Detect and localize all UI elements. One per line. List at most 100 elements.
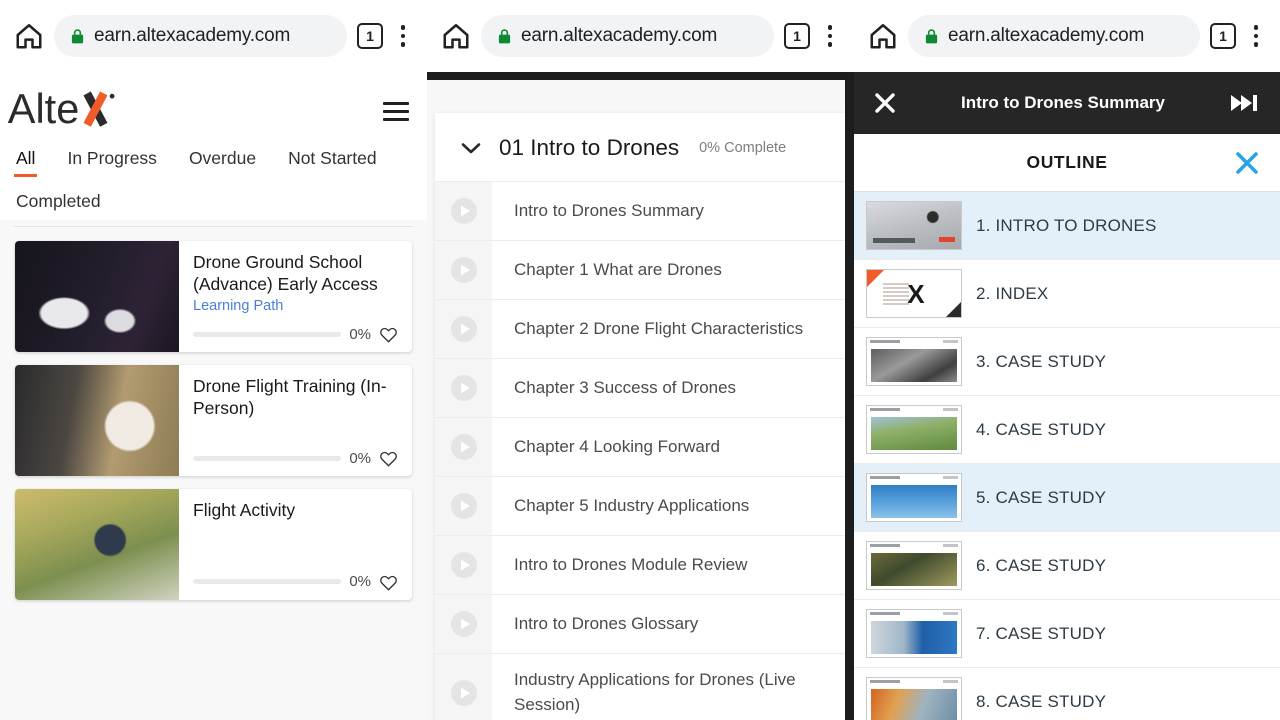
lesson-icon-cell bbox=[435, 300, 492, 358]
slide-corner-orange bbox=[867, 270, 884, 287]
tab-overdue[interactable]: Overdue bbox=[187, 134, 258, 177]
lesson-icon-cell bbox=[435, 477, 492, 535]
outline-item[interactable]: 7. CASE STUDY bbox=[854, 600, 1280, 668]
play-icon[interactable] bbox=[450, 610, 478, 638]
tab-count-button[interactable]: 1 bbox=[784, 23, 810, 49]
kebab-menu-icon[interactable] bbox=[1246, 25, 1266, 47]
outline-title: OUTLINE bbox=[1026, 152, 1108, 172]
tab-completed-label: Completed bbox=[16, 191, 101, 211]
progress-bar bbox=[193, 332, 342, 337]
home-icon[interactable] bbox=[441, 21, 471, 51]
lesson-title: Intro to Drones Module Review bbox=[514, 554, 748, 574]
course-thumbnail bbox=[15, 241, 179, 352]
tab-completed[interactable]: Completed bbox=[14, 177, 103, 220]
kebab-menu-icon[interactable] bbox=[393, 25, 413, 47]
url-text: earn.altexacademy.com bbox=[94, 25, 291, 46]
module-progress-label: 0% Complete bbox=[699, 140, 787, 156]
lesson-icon-cell bbox=[435, 654, 492, 720]
heart-icon[interactable] bbox=[379, 449, 398, 468]
play-icon[interactable] bbox=[450, 679, 478, 707]
play-icon[interactable] bbox=[450, 551, 478, 579]
hamburger-icon[interactable] bbox=[383, 102, 409, 121]
slide-thumbnail bbox=[866, 201, 962, 250]
slide-header-lines bbox=[870, 340, 958, 347]
lesson-title: Chapter 1 What are Drones bbox=[514, 259, 722, 279]
lesson-row[interactable]: Chapter 3 Success of Drones bbox=[435, 358, 845, 417]
slide-caption-bar bbox=[873, 238, 915, 243]
lesson-title: Industry Applications for Drones (Live S… bbox=[514, 670, 796, 714]
address-bar[interactable]: earn.altexacademy.com bbox=[54, 15, 347, 57]
play-icon[interactable] bbox=[450, 433, 478, 461]
lesson-row[interactable]: Intro to Drones Summary bbox=[435, 181, 845, 240]
lesson-row[interactable]: Chapter 1 What are Drones bbox=[435, 240, 845, 299]
close-x-icon[interactable] bbox=[1234, 150, 1260, 176]
kebab-menu-icon[interactable] bbox=[820, 25, 840, 47]
close-x-icon[interactable] bbox=[874, 92, 896, 114]
slide-header-lines bbox=[870, 544, 958, 551]
play-icon[interactable] bbox=[450, 492, 478, 520]
lesson-title: Intro to Drones Glossary bbox=[514, 613, 699, 633]
course-progress-row: 0% bbox=[193, 325, 398, 344]
outline-item[interactable]: 1. INTRO TO DRONES bbox=[854, 192, 1280, 260]
outline-item[interactable]: 8. CASE STUDY bbox=[854, 668, 1280, 720]
module-header[interactable]: 01 Intro to Drones 0% Complete bbox=[435, 113, 845, 181]
heart-icon[interactable] bbox=[379, 573, 398, 592]
left-browser-panel: earn.altexacademy.com 1 Alte All In Prog… bbox=[0, 0, 427, 720]
course-progress-row: 0% bbox=[193, 571, 398, 592]
course-card[interactable]: Flight Activity 0% bbox=[15, 489, 412, 600]
lesson-icon-cell bbox=[435, 359, 492, 417]
outline-item-list[interactable]: 1. INTRO TO DRONES X 2. INDEX 3. CASE ST… bbox=[854, 192, 1280, 720]
home-icon[interactable] bbox=[14, 21, 44, 51]
address-bar[interactable]: earn.altexacademy.com bbox=[481, 15, 774, 57]
lesson-icon-cell bbox=[435, 241, 492, 299]
tab-all[interactable]: All bbox=[14, 134, 38, 177]
outline-item[interactable]: 6. CASE STUDY bbox=[854, 532, 1280, 600]
lesson-row[interactable]: Industry Applications for Drones (Live S… bbox=[435, 653, 845, 720]
course-scroll-area[interactable]: 01 Intro to Drones 0% Complete Intro to … bbox=[427, 80, 845, 720]
lesson-row[interactable]: Chapter 5 Industry Applications bbox=[435, 476, 845, 535]
lesson-row[interactable]: Intro to Drones Module Review bbox=[435, 535, 845, 594]
tab-not-started[interactable]: Not Started bbox=[286, 134, 379, 177]
play-icon[interactable] bbox=[450, 374, 478, 402]
lesson-row[interactable]: Chapter 4 Looking Forward bbox=[435, 417, 845, 476]
course-card-body: Drone Flight Training (In-Person) 0% bbox=[179, 365, 412, 476]
lock-icon bbox=[71, 28, 84, 43]
course-subtitle[interactable]: Learning Path bbox=[193, 298, 398, 314]
lesson-title: Chapter 2 Drone Flight Characteristics bbox=[514, 318, 804, 338]
tab-count-button[interactable]: 1 bbox=[1210, 23, 1236, 49]
url-text: earn.altexacademy.com bbox=[948, 25, 1145, 46]
course-card[interactable]: Drone Flight Training (In-Person) 0% bbox=[15, 365, 412, 476]
lock-icon bbox=[925, 28, 938, 43]
progress-percent: 0% bbox=[349, 326, 371, 343]
home-icon[interactable] bbox=[868, 21, 898, 51]
lesson-title: Chapter 4 Looking Forward bbox=[514, 436, 721, 456]
outline-item[interactable]: 3. CASE STUDY bbox=[854, 328, 1280, 396]
lesson-row[interactable]: Intro to Drones Glossary bbox=[435, 594, 845, 653]
outline-item-label: 4. CASE STUDY bbox=[976, 419, 1107, 439]
course-card[interactable]: Drone Ground School (Advance) Early Acce… bbox=[15, 241, 412, 352]
slide-header-lines bbox=[870, 408, 958, 415]
slide-thumbnail bbox=[866, 337, 962, 386]
play-icon[interactable] bbox=[450, 315, 478, 343]
chevron-down-icon[interactable] bbox=[461, 142, 481, 155]
altex-dashboard: Alte All In Progress Overdue Not Started… bbox=[0, 72, 427, 720]
outline-item[interactable]: X 2. INDEX bbox=[854, 260, 1280, 328]
outline-item[interactable]: 4. CASE STUDY bbox=[854, 396, 1280, 464]
middle-browser-panel: earn.altexacademy.com 1 01 Intro to Dron… bbox=[427, 0, 854, 720]
skip-forward-icon[interactable] bbox=[1230, 93, 1260, 113]
tab-count-button[interactable]: 1 bbox=[357, 23, 383, 49]
outline-item-label: 2. INDEX bbox=[976, 283, 1049, 303]
tab-in-progress[interactable]: In Progress bbox=[65, 134, 158, 177]
play-icon[interactable] bbox=[450, 197, 478, 225]
outline-item-label: 7. CASE STUDY bbox=[976, 623, 1107, 643]
slide-thumbnail: X bbox=[866, 269, 962, 318]
player-title: Intro to Drones Summary bbox=[960, 93, 1166, 112]
tab-count-label: 1 bbox=[366, 28, 374, 44]
tab-count-label: 1 bbox=[793, 28, 801, 44]
outline-item[interactable]: 5. CASE STUDY bbox=[854, 464, 1280, 532]
address-bar[interactable]: earn.altexacademy.com bbox=[908, 15, 1200, 57]
heart-icon[interactable] bbox=[379, 325, 398, 344]
slide-thumbnail bbox=[866, 473, 962, 522]
play-icon[interactable] bbox=[450, 256, 478, 284]
lesson-row[interactable]: Chapter 2 Drone Flight Characteristics bbox=[435, 299, 845, 358]
